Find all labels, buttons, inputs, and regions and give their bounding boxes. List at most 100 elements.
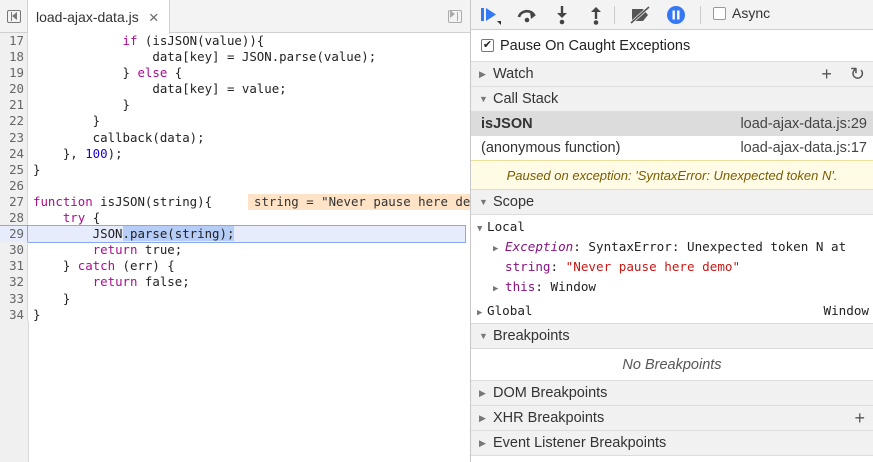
line-number[interactable]: 22 bbox=[0, 113, 28, 130]
line-number[interactable]: 20 bbox=[0, 81, 28, 98]
line-number[interactable]: 30 bbox=[0, 242, 28, 259]
pause-on-exceptions-button[interactable] bbox=[665, 4, 687, 26]
close-icon[interactable]: × bbox=[149, 9, 159, 26]
code-text: try { bbox=[62, 210, 101, 226]
dom-breakpoints-section-header[interactable]: ▶ DOM Breakpoints bbox=[471, 381, 873, 406]
line-number[interactable]: 33 bbox=[0, 290, 28, 307]
resume-button[interactable] bbox=[479, 4, 501, 26]
async-checkbox[interactable]: Async bbox=[713, 5, 770, 21]
call-stack-section-header[interactable]: ▼ Call Stack bbox=[471, 87, 873, 112]
property-value: Window bbox=[550, 279, 597, 294]
expand-triangle-icon: ▶ bbox=[479, 437, 486, 448]
line-number[interactable]: 32 bbox=[0, 274, 28, 291]
code-line[interactable]: 34} bbox=[0, 306, 470, 323]
step-into-icon bbox=[557, 6, 567, 25]
scope-local[interactable]: ▼ Local bbox=[471, 217, 873, 237]
scope-global[interactable]: ▶ Global Window bbox=[471, 301, 873, 321]
deactivate-breakpoints-button[interactable] bbox=[629, 4, 651, 26]
code-line[interactable]: 19 } else { bbox=[0, 65, 470, 82]
property-value: SyntaxError: Unexpected token N at bbox=[588, 239, 847, 254]
code-line[interactable]: 23 callback(data); bbox=[0, 129, 470, 146]
code-text: } catch (err) { bbox=[33, 258, 175, 274]
pause-caught-checkbox[interactable]: ✔ bbox=[481, 39, 494, 52]
call-frame-location[interactable]: load-ajax-data.js:17 bbox=[740, 140, 867, 156]
pause-on-exceptions-icon bbox=[667, 6, 685, 24]
pause-caught-label: Pause On Caught Exceptions bbox=[500, 37, 691, 54]
code-line[interactable]: 27 function isJSON(string){string = "Neve… bbox=[0, 193, 470, 211]
code-area[interactable]: 17 if (isJSON(value)){18 data[key] = JSO… bbox=[0, 33, 470, 323]
code-text: data[key] = value; bbox=[33, 81, 287, 97]
refresh-icon[interactable]: ↻ bbox=[850, 64, 865, 84]
line-number[interactable]: 23 bbox=[0, 129, 28, 146]
add-watch-icon[interactable]: + bbox=[821, 64, 832, 84]
scope-section-header[interactable]: ▼ Scope bbox=[471, 190, 873, 215]
line-number[interactable]: 25 bbox=[0, 161, 28, 178]
code-text: } else { bbox=[33, 65, 183, 81]
line-number[interactable]: 29 bbox=[0, 225, 29, 244]
toggle-debugger-icon[interactable] bbox=[446, 7, 464, 25]
line-number[interactable]: 21 bbox=[0, 97, 28, 114]
scope-local-label: Local bbox=[487, 219, 525, 234]
xhr-breakpoints-title: XHR Breakpoints bbox=[493, 410, 605, 426]
step-over-button[interactable] bbox=[516, 4, 538, 26]
code-line[interactable]: 17 if (isJSON(value)){ bbox=[0, 33, 470, 50]
line-number[interactable]: 31 bbox=[0, 258, 28, 275]
code-line[interactable]: 32 return false; bbox=[0, 274, 470, 291]
code-text: } bbox=[33, 306, 41, 322]
call-frame-location[interactable]: load-ajax-data.js:29 bbox=[740, 116, 867, 132]
step-into-button[interactable] bbox=[551, 4, 573, 26]
file-tab-label: load-ajax-data.js bbox=[36, 9, 139, 25]
step-out-button[interactable] bbox=[585, 4, 607, 26]
line-number[interactable]: 18 bbox=[0, 49, 28, 66]
execution-line[interactable]: 29 JSON.parse(string); bbox=[0, 225, 470, 244]
code-line[interactable]: 26 bbox=[0, 177, 470, 194]
code-line[interactable]: 21 } bbox=[0, 97, 470, 114]
code-line[interactable]: 20 data[key] = value; bbox=[0, 81, 470, 98]
property-name: Exception bbox=[505, 239, 574, 254]
line-number[interactable]: 19 bbox=[0, 65, 28, 82]
code-text: callback(data); bbox=[33, 129, 205, 145]
scope-property[interactable]: string: "Never pause here demo" bbox=[471, 257, 873, 277]
step-out-icon bbox=[591, 7, 601, 25]
code-line[interactable]: 24 }, 100); bbox=[0, 145, 470, 162]
collapse-triangle-icon: ▼ bbox=[479, 94, 488, 104]
step-over-icon bbox=[517, 9, 536, 23]
code-text: }, 100); bbox=[33, 145, 123, 161]
collapse-triangle-icon: ▼ bbox=[477, 224, 483, 234]
line-number[interactable]: 17 bbox=[0, 33, 28, 50]
scope-property[interactable]: ▶ Exception: SyntaxError: Unexpected toke… bbox=[471, 237, 873, 257]
breakpoints-title: Breakpoints bbox=[493, 328, 570, 344]
line-number[interactable]: 26 bbox=[0, 177, 28, 194]
code-line[interactable]: 18 data[key] = JSON.parse(value); bbox=[0, 49, 470, 66]
watch-title: Watch bbox=[493, 66, 534, 82]
xhr-breakpoints-section-header[interactable]: ▶ XHR Breakpoints + bbox=[471, 406, 873, 431]
code-line[interactable]: 25} bbox=[0, 161, 470, 178]
paused-exception-banner: Paused on exception: 'SyntaxError: Unexp… bbox=[471, 160, 873, 190]
event-listener-breakpoints-title: Event Listener Breakpoints bbox=[493, 435, 667, 451]
call-frame[interactable]: isJSON load-ajax-data.js:29 bbox=[471, 112, 873, 136]
watch-section-header[interactable]: ▶ Watch + ↻ bbox=[471, 62, 873, 87]
scope-global-value: Window bbox=[823, 303, 870, 318]
add-xhr-breakpoint-icon[interactable]: + bbox=[854, 408, 865, 428]
line-number[interactable]: 24 bbox=[0, 145, 28, 162]
code-line[interactable]: 31 } catch (err) { bbox=[0, 258, 470, 275]
code-line[interactable]: 33 } bbox=[0, 290, 470, 307]
code-line[interactable]: 22 } bbox=[0, 113, 470, 130]
breakpoints-section-header[interactable]: ▼ Breakpoints bbox=[471, 324, 873, 349]
scope-tree: ▼ Local ▶ Exception: SyntaxError: Unexpect… bbox=[471, 215, 873, 324]
pause-on-caught-exceptions[interactable]: ✔ Pause On Caught Exceptions bbox=[471, 30, 873, 62]
line-number[interactable]: 28 bbox=[0, 210, 28, 227]
code-text: } bbox=[33, 290, 71, 306]
call-frame[interactable]: (anonymous function) load-ajax-data.js:1… bbox=[471, 136, 873, 160]
line-number[interactable]: 27 bbox=[0, 193, 28, 211]
file-tab[interactable]: load-ajax-data.js × bbox=[27, 0, 170, 34]
async-checkbox-box[interactable] bbox=[713, 6, 726, 20]
code-line[interactable]: 30 return true; bbox=[0, 242, 470, 259]
toggle-navigator-icon[interactable] bbox=[5, 7, 23, 25]
code-text: return false; bbox=[92, 274, 190, 290]
code-line[interactable]: 28 try { bbox=[0, 210, 470, 227]
call-frame-function: (anonymous function) bbox=[481, 140, 621, 156]
scope-property[interactable]: ▶ this: Window bbox=[471, 277, 873, 297]
scope-global-label: Global bbox=[487, 303, 533, 318]
event-listener-breakpoints-section-header[interactable]: ▶ Event Listener Breakpoints bbox=[471, 431, 873, 456]
